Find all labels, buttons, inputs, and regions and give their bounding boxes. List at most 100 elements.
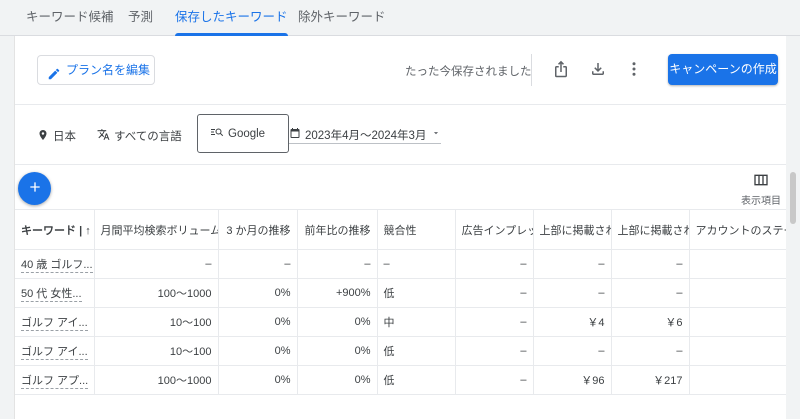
divider — [15, 104, 800, 105]
chevron-down-icon — [431, 128, 441, 141]
top-bid-low-cell: – — [533, 336, 612, 366]
account-status-cell — [689, 249, 788, 279]
three-month-change-cell: 0% — [218, 365, 298, 395]
vertical-scrollbar[interactable] — [786, 36, 800, 419]
keyword-cell[interactable]: ゴルフ アイ... — [15, 336, 95, 366]
keyword-cell[interactable]: ゴルフ アプ... — [15, 365, 95, 395]
column-header-competition[interactable]: 競合性 — [377, 209, 456, 250]
table-row[interactable]: ゴルフ アイ... 10～100 0% 0% 中 – ￥4 ￥6 — [15, 307, 788, 337]
table-row[interactable]: 50 代 女性... 100～1000 0% +900% 低 – – – — [15, 278, 788, 308]
top-bid-low-cell: ￥4 — [533, 307, 612, 337]
keyword-cell[interactable]: 40 歳 ゴルフ... — [15, 249, 95, 279]
network-filter[interactable]: Google — [197, 114, 289, 153]
column-header-ad-impression-share[interactable]: 広告インプレッ — [455, 209, 534, 250]
table-row[interactable]: ゴルフ アプ... 100～1000 0% 0% 低 – ￥96 ￥217 — [15, 365, 788, 395]
network-filter-label: Google — [228, 127, 266, 140]
download-button[interactable] — [584, 56, 612, 84]
language-filter-label: すべての言語 — [114, 131, 182, 143]
location-filter[interactable]: 日本 — [37, 128, 76, 144]
table-row[interactable]: 40 歳 ゴルフ... – – – – – – – — [15, 249, 788, 279]
column-header-top-of-page-bid-low[interactable]: 上部に掲載され — [533, 209, 612, 250]
top-bid-high-cell: – — [611, 336, 690, 366]
column-header-yoy-change[interactable]: 前年比の推移 — [297, 209, 378, 250]
calendar-icon — [289, 127, 301, 142]
more-vert-icon — [625, 60, 643, 81]
edit-plan-name-button[interactable]: プラン名を編集 — [37, 55, 155, 85]
columns-button-label: 表示項目 — [741, 196, 781, 207]
account-status-cell — [689, 278, 788, 308]
competition-cell: 低 — [377, 336, 456, 366]
share-button[interactable] — [547, 56, 575, 84]
divider — [15, 164, 800, 165]
competition-cell: 低 — [377, 365, 456, 395]
location-pin-icon — [37, 129, 49, 144]
keyword-table: キーワード | ↑ 月間平均検索ボリューム 3 か月の推移 前年比の推移 競合性… — [15, 209, 788, 395]
tab-saved-keywords[interactable]: 保存したキーワード — [175, 0, 288, 36]
plus-icon — [27, 179, 43, 198]
table-row[interactable]: ゴルフ アイ... 10～100 0% 0% 低 – – – — [15, 336, 788, 366]
avg-monthly-searches-cell: 100～1000 — [94, 365, 219, 395]
column-header-avg-monthly-searches[interactable]: 月間平均検索ボリューム — [94, 209, 219, 250]
account-status-cell — [689, 365, 788, 395]
column-header-keyword[interactable]: キーワード | ↑ — [15, 209, 95, 250]
create-campaign-button[interactable]: キャンペーンの作成 — [668, 54, 778, 85]
top-bid-high-cell: ￥6 — [611, 307, 690, 337]
top-bid-low-cell: – — [533, 278, 612, 308]
competition-cell: 低 — [377, 278, 456, 308]
columns-button[interactable]: 表示項目 — [735, 173, 787, 207]
language-filter[interactable]: すべての言語 — [97, 128, 182, 144]
three-month-change-cell: 0% — [218, 307, 298, 337]
top-bid-high-cell: – — [611, 249, 690, 279]
download-icon — [589, 60, 607, 81]
ad-impression-share-cell: – — [455, 249, 534, 279]
date-range-selector[interactable]: 2023年4月～2024年3月 — [289, 126, 441, 144]
ad-impression-share-cell: – — [455, 307, 534, 337]
competition-cell: – — [377, 249, 456, 279]
top-bid-low-cell: – — [533, 249, 612, 279]
top-bid-high-cell: ￥217 — [611, 365, 690, 395]
column-header-account-status[interactable]: アカウントのステー — [689, 209, 788, 250]
save-status-text: たった今保存されました — [405, 66, 532, 78]
tab-keyword-ideas[interactable]: キーワード候補 — [26, 0, 114, 36]
column-header-top-of-page-bid-high[interactable]: 上部に掲載され — [611, 209, 690, 250]
keyword-plan-card: プラン名を編集 たった今保存されました キャンペーンの作成 日本 すべての言語 — [14, 36, 800, 419]
scrollbar-thumb[interactable] — [790, 172, 796, 224]
three-month-change-cell: 0% — [218, 336, 298, 366]
yoy-change-cell: 0% — [297, 307, 378, 337]
top-bid-high-cell: – — [611, 278, 690, 308]
three-month-change-cell: 0% — [218, 278, 298, 308]
keyword-cell[interactable]: ゴルフ アイ... — [15, 307, 95, 337]
yoy-change-cell: +900% — [297, 278, 378, 308]
competition-cell: 中 — [377, 307, 456, 337]
yoy-change-cell: 0% — [297, 336, 378, 366]
edit-plan-name-label: プラン名を編集 — [66, 63, 151, 77]
search-network-icon — [210, 126, 224, 141]
avg-monthly-searches-cell: 10～100 — [94, 336, 219, 366]
avg-monthly-searches-cell: 100～1000 — [94, 278, 219, 308]
avg-monthly-searches-cell: 10～100 — [94, 307, 219, 337]
tab-bar: キーワード候補 予測 保存したキーワード 除外キーワード — [0, 0, 800, 36]
tab-forecast[interactable]: 予測 — [128, 0, 153, 36]
account-status-cell — [689, 307, 788, 337]
location-filter-label: 日本 — [53, 131, 76, 143]
account-status-cell — [689, 336, 788, 366]
share-icon — [552, 60, 570, 81]
toolbar-divider — [531, 54, 532, 86]
ad-impression-share-cell: – — [455, 278, 534, 308]
tab-negative-keywords[interactable]: 除外キーワード — [298, 0, 386, 36]
top-bid-low-cell: ￥96 — [533, 365, 612, 395]
add-keywords-button[interactable] — [18, 172, 51, 205]
date-range-label: 2023年4月～2024年3月 — [305, 129, 427, 142]
ad-impression-share-cell: – — [455, 336, 534, 366]
arrow-up-icon: ↑ — [85, 224, 91, 237]
more-options-button[interactable] — [620, 56, 648, 84]
sort-indicator: | — [79, 224, 83, 237]
three-month-change-cell: – — [218, 249, 298, 279]
keyword-cell[interactable]: 50 代 女性... — [15, 278, 95, 308]
column-header-label: キーワード — [21, 224, 76, 237]
pencil-icon — [47, 63, 61, 80]
translate-icon — [97, 128, 110, 144]
column-header-three-month-change[interactable]: 3 か月の推移 — [218, 209, 298, 250]
avg-monthly-searches-cell: – — [94, 249, 219, 279]
ad-impression-share-cell: – — [455, 365, 534, 395]
